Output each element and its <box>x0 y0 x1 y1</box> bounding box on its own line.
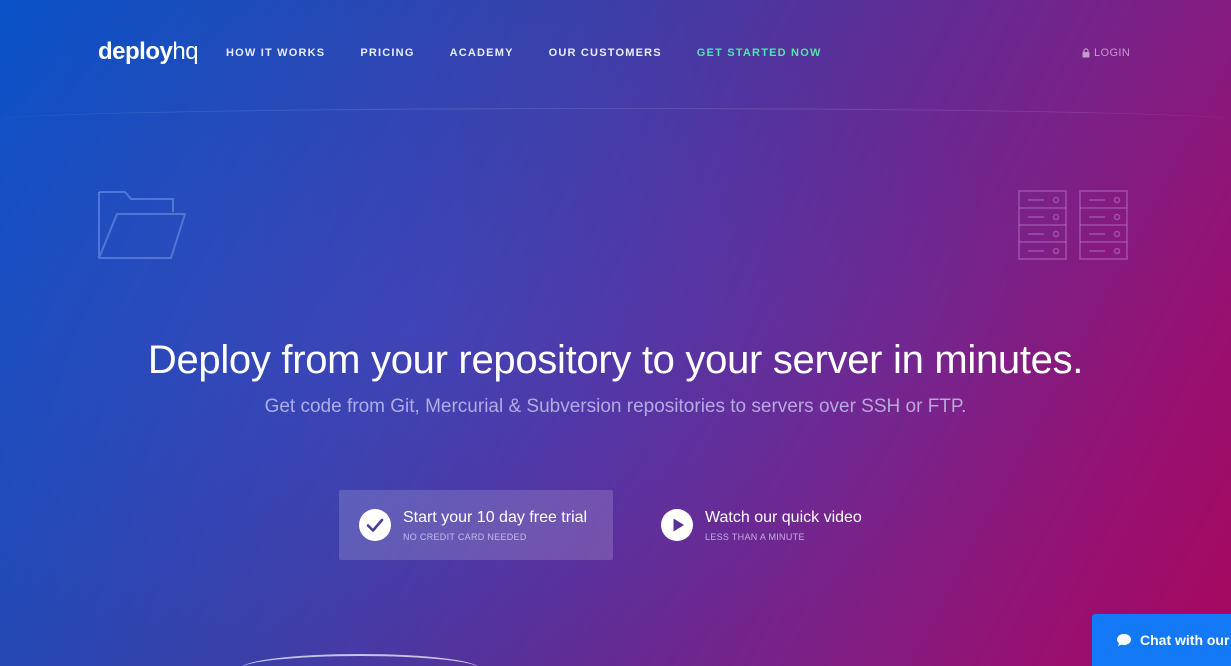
video-text: Watch our quick video LESS THAN A MINUTE <box>705 509 862 542</box>
lock-icon <box>1082 48 1090 58</box>
chat-label: Chat with our <box>1140 632 1230 648</box>
trial-title: Start your 10 day free trial <box>403 508 588 526</box>
server-rack-icon <box>1018 190 1128 260</box>
video-title: Watch our quick video <box>705 508 862 526</box>
trial-text: Start your 10 day free trial NO CREDIT C… <box>403 509 587 542</box>
play-icon <box>661 509 693 541</box>
video-note: LESS THAN A MINUTE <box>705 531 805 542</box>
start-trial-button[interactable]: Start your 10 day free trial NO CREDIT C… <box>339 490 613 560</box>
main-nav: HOW IT WORKS PRICING ACADEMY OUR CUSTOME… <box>226 47 857 59</box>
header-divider <box>0 108 1231 120</box>
folder-icon <box>98 191 186 259</box>
watch-video-button[interactable]: Watch our quick video LESS THAN A MINUTE <box>641 490 901 560</box>
nav-pricing[interactable]: PRICING <box>360 47 414 59</box>
logo-light-text: hq <box>172 38 199 65</box>
nav-get-started-now[interactable]: GET STARTED NOW <box>697 47 822 59</box>
hero-headline: Deploy from your repository to your serv… <box>147 338 1084 382</box>
chat-button[interactable]: Chat with our <box>1092 614 1231 666</box>
trial-note: NO CREDIT CARD NEEDED <box>403 531 527 542</box>
deployhq-logo[interactable]: deploy hq <box>98 38 199 68</box>
login-label: LOGIN <box>1094 47 1131 59</box>
bottom-decorative-arc <box>240 654 480 666</box>
chat-bubble-icon <box>1117 634 1131 646</box>
nav-academy[interactable]: ACADEMY <box>450 47 514 59</box>
nav-how-it-works[interactable]: HOW IT WORKS <box>226 47 325 59</box>
login-link[interactable]: LOGIN <box>1082 47 1130 59</box>
hero-subheadline: Get code from Git, Mercurial & Subversio… <box>264 396 967 417</box>
logo-bold-text: deploy <box>98 38 173 65</box>
nav-our-customers[interactable]: OUR CUSTOMERS <box>549 47 662 59</box>
checkmark-icon <box>359 509 391 541</box>
site-header: deploy hq HOW IT WORKS PRICING ACADEMY OU… <box>0 0 1231 110</box>
